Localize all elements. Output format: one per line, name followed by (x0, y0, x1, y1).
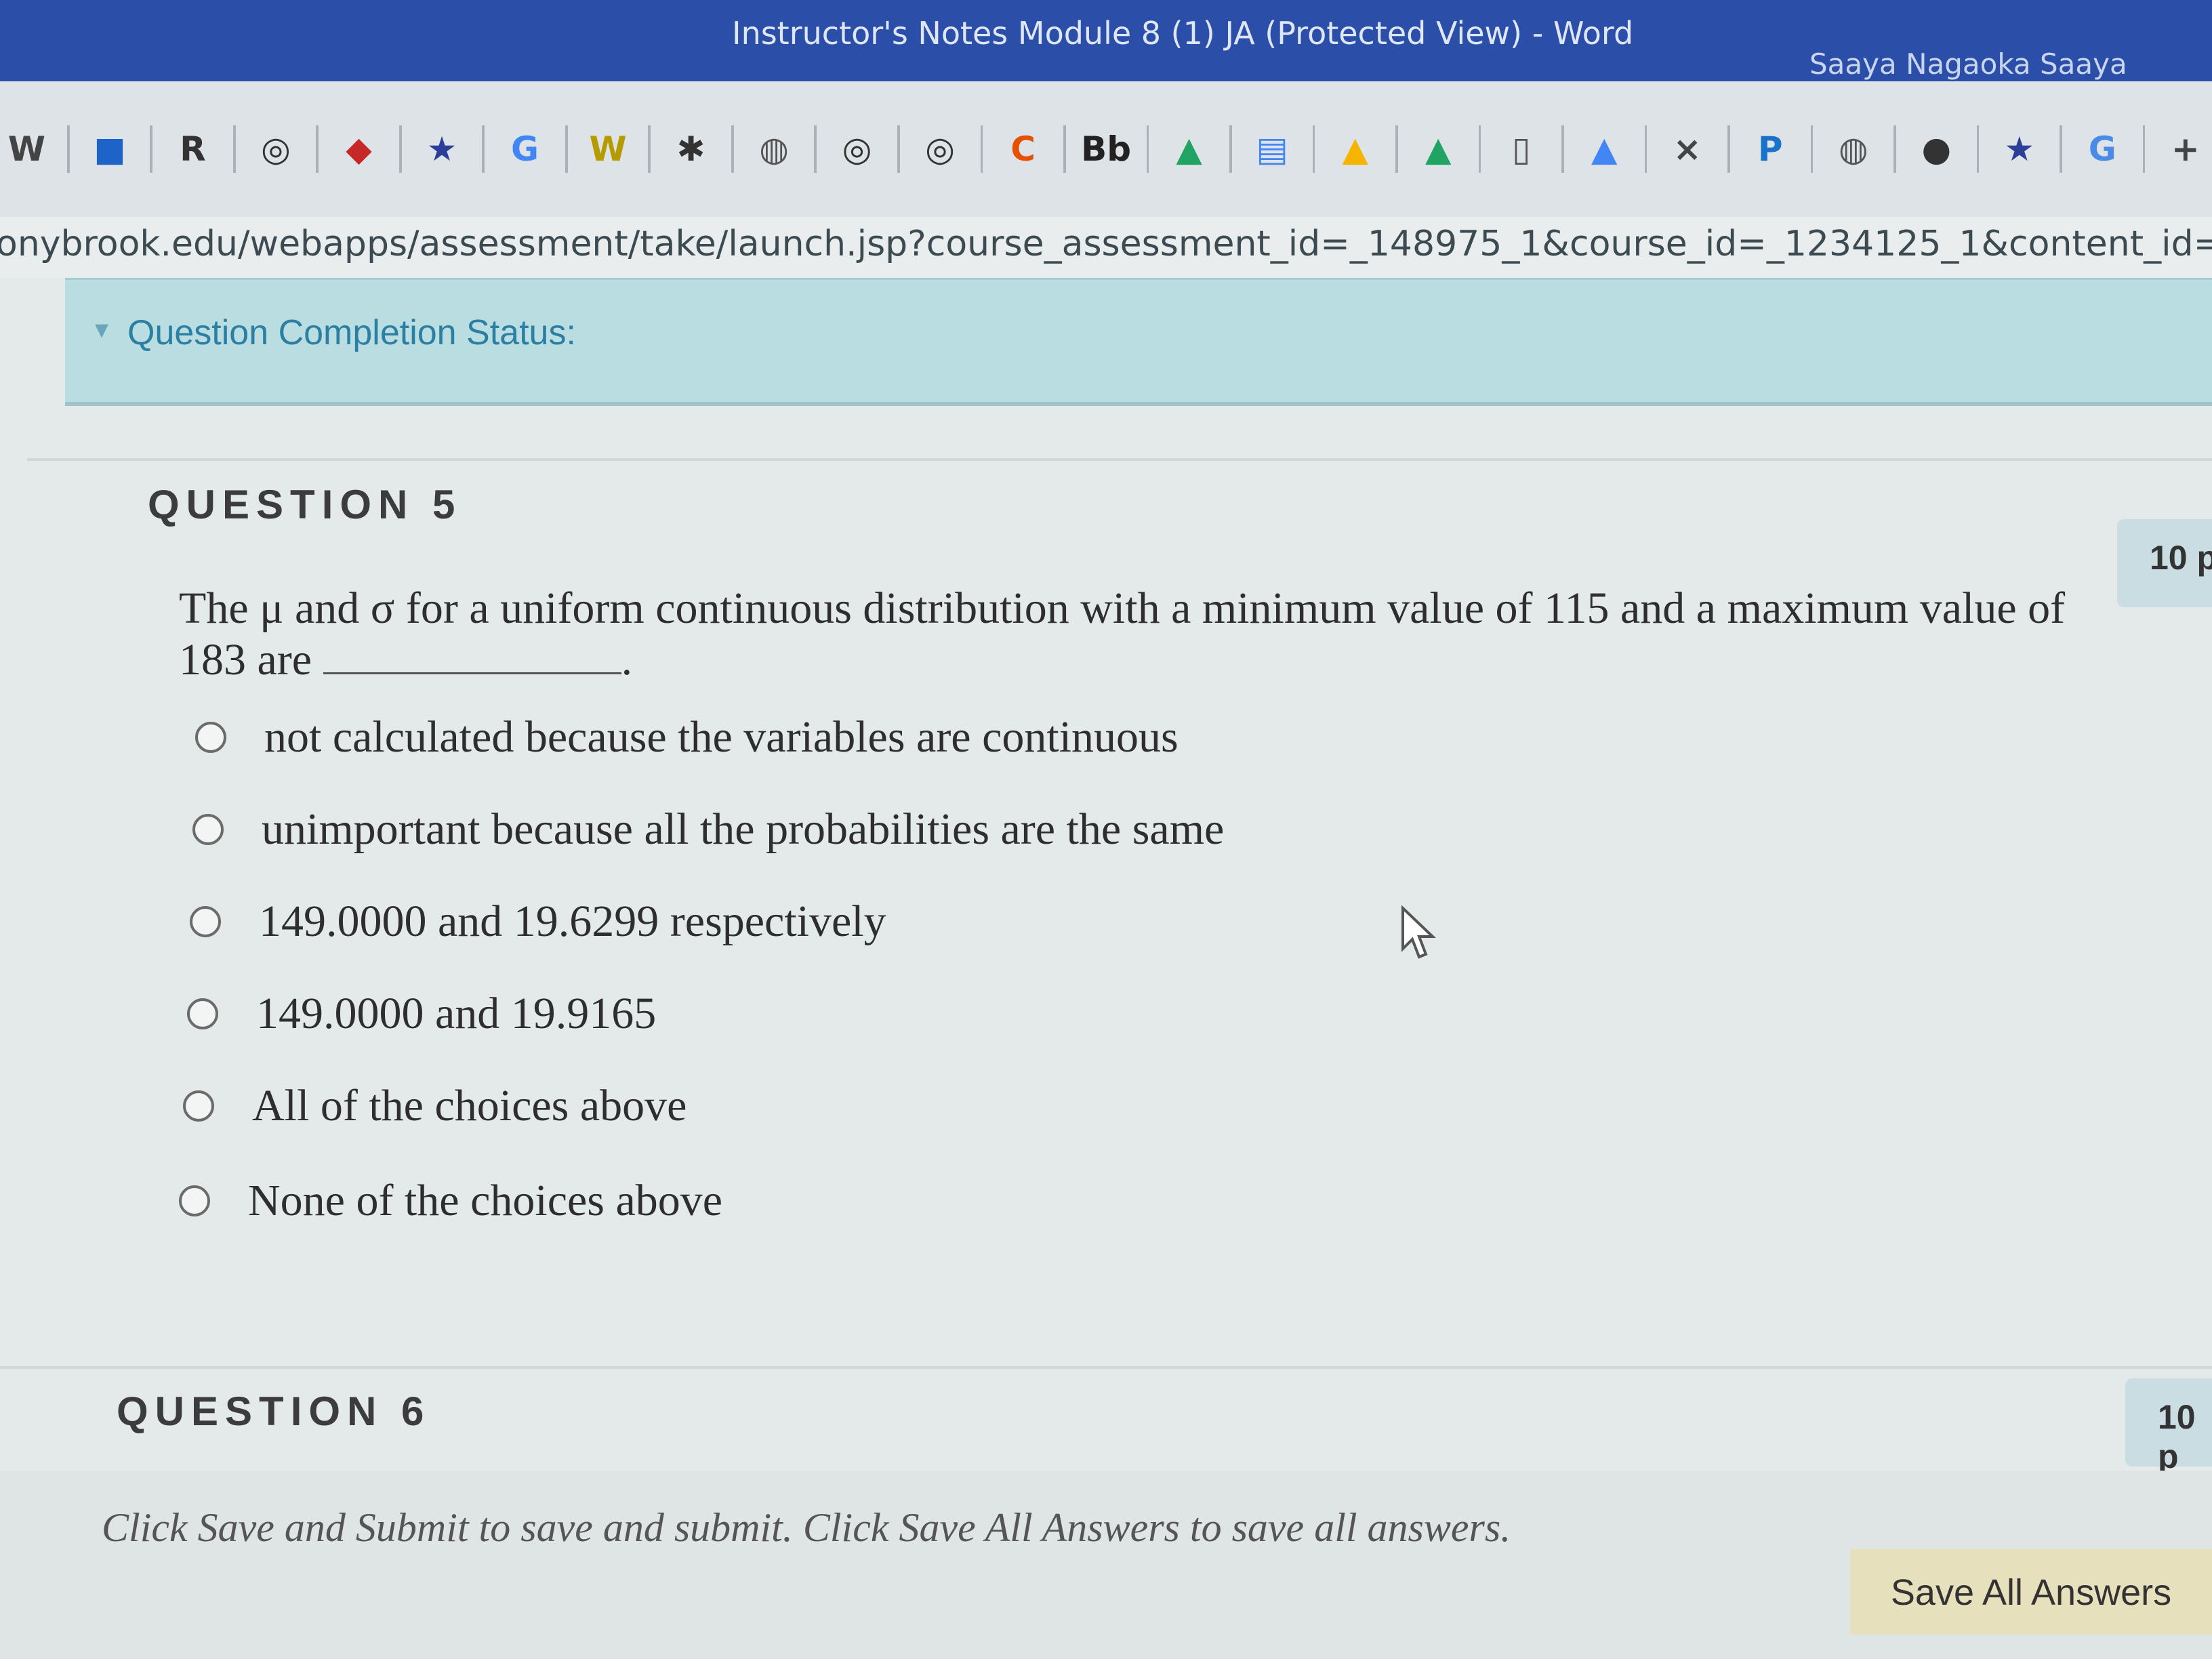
option-label: not calculated because the variables are… (264, 712, 1179, 762)
divider (0, 1366, 2212, 1369)
bookmark-separator (980, 125, 983, 173)
bookmark-separator (814, 125, 817, 173)
bookmark-separator (1644, 125, 1647, 173)
drive-icon[interactable]: ▲ (1162, 120, 1216, 178)
address-bar[interactable]: onybrook.edu/webapps/assessment/take/lau… (0, 217, 2212, 278)
c-icon[interactable]: C (996, 120, 1050, 178)
bb-icon[interactable]: Bb (1080, 120, 1133, 178)
bookmark-separator (482, 125, 485, 173)
globe-icon[interactable]: ◍ (1826, 120, 1880, 178)
bookmark-separator (2060, 125, 2062, 173)
bookmark-separator (897, 125, 900, 173)
option-3[interactable]: 149.0000 and 19.6299 respectively (190, 896, 886, 947)
question-5-heading: QUESTION 5 (148, 482, 462, 527)
plus-icon[interactable]: + (2158, 120, 2212, 178)
r-icon[interactable]: R (166, 120, 220, 178)
question-5-points: 10 p (2117, 519, 2212, 607)
wikipedia-icon[interactable]: W (0, 120, 54, 178)
option-6[interactable]: None of the choices above (179, 1175, 722, 1227)
bookmark-separator (150, 125, 153, 173)
settings-icon[interactable]: ✱ (664, 120, 718, 178)
bookmark-separator (1727, 125, 1730, 173)
option-label: 149.0000 and 19.9165 (256, 989, 657, 1038)
question-end: . (621, 635, 633, 684)
close-icon[interactable]: × (1660, 120, 1714, 178)
bookmarks-bar: W ■ R ◎ ◆ ★ G W ✱ ◍ ◎ ◎ C Bb ▲ ▤ ▲ ▲ ▯ ▲ × P ◍ ● ★ G + (0, 81, 2212, 217)
question-completion-status[interactable]: ▾ Question Completion Status: (65, 278, 2212, 406)
answer-blank (323, 648, 621, 674)
option-1[interactable]: not calculated because the variables are… (195, 712, 1179, 763)
page-icon[interactable]: ▯ (1494, 120, 1548, 178)
status-label: Question Completion Status: (127, 313, 576, 352)
w-icon[interactable]: W (581, 120, 635, 178)
window-title-bar: Instructor's Notes Module 8 (1) JA (Prot… (0, 0, 2212, 114)
bookmark-separator (565, 125, 568, 173)
star-badge-icon[interactable]: ★ (1992, 120, 2046, 178)
question-6-points: 10 p (2125, 1378, 2212, 1475)
drive-icon[interactable]: ▲ (1412, 120, 1465, 178)
divider (27, 458, 2212, 461)
bookmark-separator (1063, 125, 1066, 173)
option-label: unimportant because all the probabilitie… (262, 804, 1225, 854)
caret-down-icon: ▾ (95, 314, 109, 344)
url-text: onybrook.edu/webapps/assessment/take/lau… (0, 224, 2212, 264)
sync-icon[interactable]: ◎ (830, 120, 884, 178)
window-title: Instructor's Notes Module 8 (1) JA (Prot… (732, 15, 1634, 52)
option-4[interactable]: 149.0000 and 19.9165 (187, 988, 656, 1040)
bookmark-separator (1561, 125, 1564, 173)
radio-button[interactable] (195, 722, 226, 753)
pinterest-icon[interactable]: P (1744, 120, 1797, 178)
bookmark-separator (232, 125, 236, 173)
globe-icon[interactable]: ◍ (747, 120, 801, 178)
docs-icon[interactable]: ■ (83, 120, 137, 178)
radio-button[interactable] (187, 998, 218, 1029)
bookmark-separator (1478, 125, 1481, 173)
radio-button[interactable] (179, 1185, 210, 1216)
points-label: 10 p (2158, 1398, 2196, 1475)
translate-icon[interactable]: G (2076, 120, 2129, 178)
option-5[interactable]: All of the choices above (183, 1080, 687, 1132)
bookmark-separator (1810, 125, 1814, 173)
bookmark-separator (648, 125, 651, 173)
points-label: 10 p (2150, 539, 2212, 577)
question-6-heading: QUESTION 6 (117, 1389, 431, 1434)
footer-message: Click Save and Submit to save and submit… (102, 1505, 1511, 1550)
mouse-cursor-icon (1401, 905, 1436, 959)
save-all-answers-button[interactable]: Save All Answers (1850, 1549, 2212, 1635)
bookmark-separator (316, 125, 319, 173)
bookmark-separator (1146, 125, 1149, 173)
question-5-text: The μ and σ for a uniform continuous dis… (179, 583, 2076, 686)
bookmark-separator (398, 125, 402, 173)
circle-icon[interactable]: ● (1910, 120, 1963, 178)
radio-button[interactable] (183, 1090, 214, 1122)
bookmark-separator (1893, 125, 1896, 173)
bookmark-separator (2142, 125, 2146, 173)
bookmark-separator (1395, 125, 1398, 173)
google-icon[interactable]: G (498, 120, 552, 178)
bookmark-separator (1229, 125, 1232, 173)
bookmark-separator (1312, 125, 1315, 173)
drive-icon[interactable]: ▲ (1328, 120, 1382, 178)
option-label: All of the choices above (252, 1081, 687, 1130)
option-label: None of the choices above (248, 1176, 723, 1225)
option-label: 149.0000 and 19.6299 respectively (259, 897, 886, 946)
radio-button[interactable] (190, 906, 221, 937)
drive-icon[interactable]: ▲ (1578, 120, 1631, 178)
shield-icon[interactable]: ◆ (332, 120, 386, 178)
option-2[interactable]: unimportant because all the probabilitie… (192, 804, 1224, 855)
bookmark-separator (1976, 125, 1980, 173)
doc-icon[interactable]: ▤ (1246, 120, 1299, 178)
radio-button[interactable] (192, 814, 224, 845)
sync-icon[interactable]: ◎ (914, 120, 967, 178)
star-badge-icon[interactable]: ★ (415, 120, 469, 178)
bookmark-separator (66, 125, 70, 173)
sync-icon[interactable]: ◎ (249, 120, 303, 178)
bookmark-separator (731, 125, 734, 173)
